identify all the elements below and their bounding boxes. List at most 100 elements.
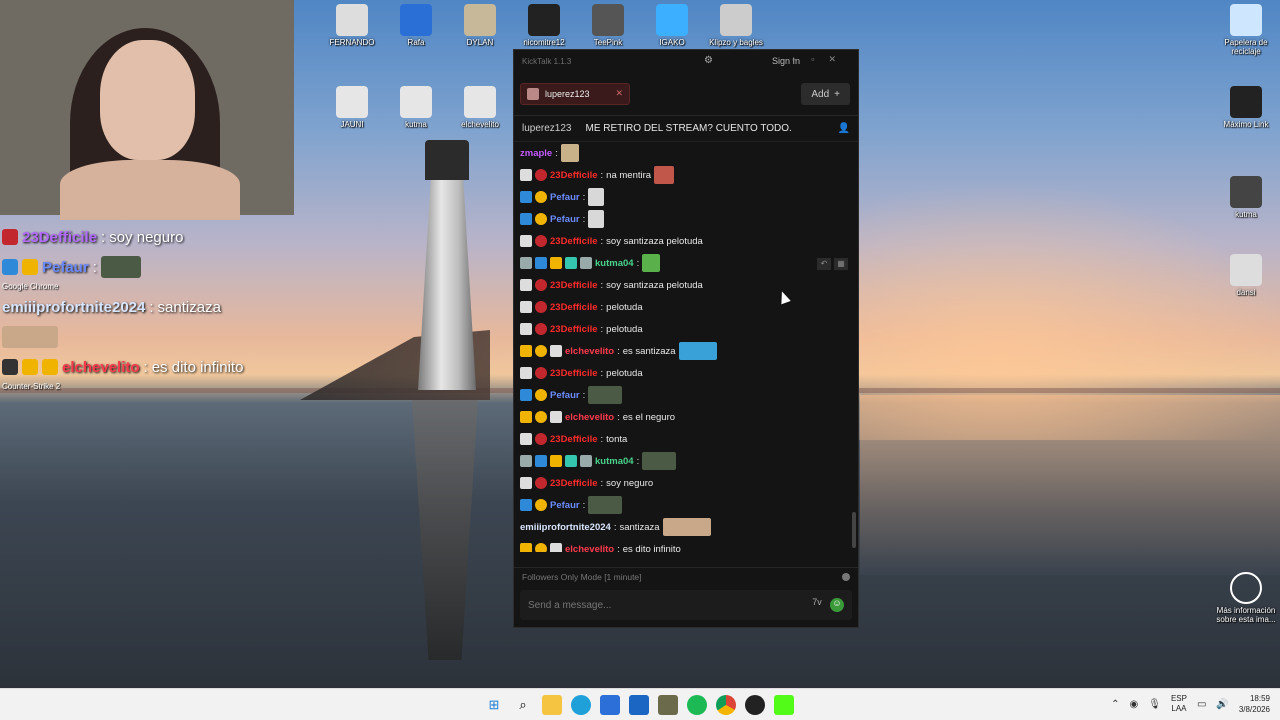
maximize-icon[interactable]: ▫ <box>811 54 828 64</box>
monitor-icon[interactable]: ▭ <box>1197 699 1206 710</box>
search-icon[interactable]: ⌕ <box>513 695 533 715</box>
chat-username[interactable]: 23Defficile <box>550 236 598 247</box>
close-icon[interactable]: ✕ <box>828 54 850 64</box>
chat-message[interactable]: kutma04: <box>520 450 852 472</box>
desktop-icon[interactable]: nicomitre12 <box>512 4 576 47</box>
chat-message[interactable]: elchevelito: es dito infinito <box>520 538 852 552</box>
desktop-icon[interactable]: DYLAN <box>448 4 512 47</box>
chrome-icon[interactable] <box>716 695 736 715</box>
chat-message[interactable]: 23Defficile: pelotuda <box>520 296 852 318</box>
desktop-icon[interactable]: JAUNI <box>320 86 384 129</box>
chat-username[interactable]: 23Defficile <box>550 302 598 313</box>
edge-icon[interactable] <box>571 695 591 715</box>
chat-username[interactable]: 23Defficile <box>550 324 598 335</box>
desktop-icon[interactable]: TeePink <box>576 4 640 47</box>
kick-emote-icon[interactable]: ☺ <box>830 598 844 612</box>
desktop-icon[interactable]: elchevelito <box>448 86 512 129</box>
7tv-emote-icon[interactable]: 7v <box>808 597 826 613</box>
add-button[interactable]: Add + <box>801 83 850 105</box>
desktop-icon-dansi[interactable]: dansi <box>1214 254 1278 297</box>
game-icon[interactable] <box>658 695 678 715</box>
desktop-icon[interactable]: kutma <box>384 86 448 129</box>
desktop-icon-label: DYLAN <box>466 38 494 47</box>
chat-username[interactable]: Pefaur <box>550 214 580 225</box>
reply-icon[interactable]: ↶ <box>817 258 831 270</box>
badge-icon <box>535 477 547 489</box>
chat-username[interactable]: elchevelito <box>565 346 614 357</box>
chat-username[interactable]: 23Defficile <box>550 434 598 445</box>
chat-message[interactable]: elchevelito: es santizaza <box>520 340 852 362</box>
chat-username[interactable]: emiiiprofortnite2024 <box>520 522 611 533</box>
chat-username[interactable]: kutma04 <box>595 456 634 467</box>
tab-luperez123[interactable]: luperez123 ✕ <box>520 82 631 105</box>
desktop-icon[interactable]: IGAKO <box>640 4 704 47</box>
badge-icon <box>535 323 547 335</box>
spotify-icon[interactable] <box>687 695 707 715</box>
desktop-icon-recycle[interactable]: Papelera de reciclaje <box>1214 4 1278 56</box>
chat-message[interactable]: Pefaur: <box>520 208 852 230</box>
chat-message[interactable]: elchevelito: es el neguro <box>520 406 852 428</box>
chat-username[interactable]: 23Defficile <box>550 478 598 489</box>
store-icon[interactable] <box>600 695 620 715</box>
chat-message[interactable]: 23Defficile: na mentira <box>520 164 852 186</box>
badge-icon <box>42 359 58 375</box>
info-icon[interactable] <box>842 573 850 581</box>
chat-username[interactable]: Pefaur <box>550 500 580 511</box>
desktop-icon-maximo[interactable]: Máximo Link <box>1214 86 1278 129</box>
user-icon[interactable]: 👤 <box>838 123 850 134</box>
chat-message[interactable]: Pefaur: <box>520 494 852 516</box>
chat-username[interactable]: Pefaur <box>550 192 580 203</box>
desktop-icon-info[interactable]: Más información sobre esta ima... <box>1214 572 1278 624</box>
chat-message[interactable]: kutma04: <box>520 252 852 274</box>
chat-username[interactable]: zmaple <box>520 148 552 159</box>
chat-username[interactable]: elchevelito <box>565 544 614 553</box>
chat-messages[interactable]: ↶ ▦ zmaple:23Defficile: na mentira Pefaur:… <box>514 142 858 552</box>
shortcut-icon <box>592 4 624 36</box>
minimize-icon[interactable]: – <box>792 54 811 64</box>
desktop-icon[interactable]: Rafa <box>384 4 448 47</box>
chat-username[interactable]: Pefaur <box>550 390 580 401</box>
close-tab-icon[interactable]: ✕ <box>616 88 624 99</box>
emote-icon <box>642 254 661 272</box>
chat-message[interactable]: 23Defficile: pelotuda <box>520 362 852 384</box>
badge-icon <box>535 213 547 225</box>
chat-message[interactable]: 23Defficile: soy neguro <box>520 472 852 494</box>
chat-text: tonta <box>606 433 628 445</box>
speaker-icon[interactable]: 🔊 <box>1216 699 1228 710</box>
chat-message[interactable]: 23Defficile: soy santizaza pelotuda <box>520 274 852 296</box>
kicktalk-icon[interactable] <box>774 695 794 715</box>
chat-username[interactable]: 23Defficile <box>550 368 598 379</box>
gear-icon[interactable]: ⚙ <box>704 55 713 66</box>
avatar <box>527 87 539 100</box>
copy-icon[interactable]: ▦ <box>834 258 848 270</box>
chat-message[interactable]: emiiiprofortnite2024: santizaza <box>520 516 852 538</box>
clock[interactable]: 18:59 3/8/2026 <box>1239 693 1270 715</box>
language-indicator[interactable]: ESP LAA <box>1171 694 1187 714</box>
badge-icon <box>535 543 547 552</box>
chat-message[interactable]: 23Defficile: pelotuda <box>520 318 852 340</box>
chat-username[interactable]: elchevelito <box>565 412 614 423</box>
chat-username[interactable]: 23Defficile <box>550 280 598 291</box>
chat-message[interactable]: Pefaur: <box>520 384 852 406</box>
chevron-up-icon[interactable]: ⌃ <box>1111 699 1119 710</box>
chat-message[interactable]: Pefaur: <box>520 186 852 208</box>
chat-mode-text: Followers Only Mode [1 minute] <box>522 572 642 582</box>
windows-start-icon[interactable]: ⊞ <box>484 695 504 715</box>
outlook-icon[interactable] <box>629 695 649 715</box>
chat-username[interactable]: kutma04 <box>595 258 634 269</box>
scrollbar[interactable] <box>852 512 856 548</box>
desktop-icon[interactable]: Klipzo y bagles <box>704 4 768 47</box>
network-status-icon[interactable]: ◉ <box>1130 699 1139 710</box>
message-input[interactable] <box>528 599 804 611</box>
desktop-icon-kutma[interactable]: kutma <box>1214 176 1278 219</box>
message-actions: ↶ ▦ <box>817 258 848 270</box>
badge-icon <box>535 279 547 291</box>
chat-username[interactable]: 23Defficile <box>550 170 598 181</box>
obs-icon[interactable] <box>745 695 765 715</box>
chat-message[interactable]: 23Defficile: soy santizaza pelotuda <box>520 230 852 252</box>
chat-message[interactable]: zmaple: <box>520 142 852 164</box>
file-explorer-icon[interactable] <box>542 695 562 715</box>
desktop-icon[interactable]: FERNANDO <box>320 4 384 47</box>
chat-message[interactable]: 23Defficile: tonta <box>520 428 852 450</box>
microphone-icon[interactable]: 🎙 <box>1148 699 1161 710</box>
